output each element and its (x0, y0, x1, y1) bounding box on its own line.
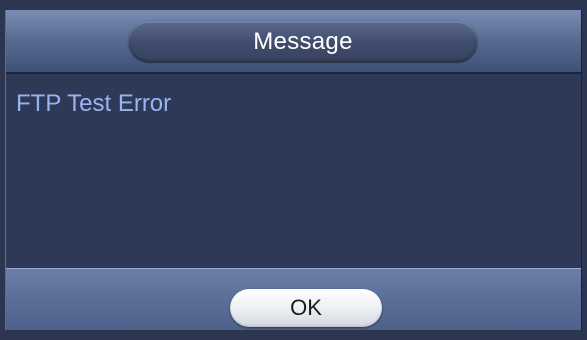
message-text: FTP Test Error (16, 90, 172, 117)
ok-button[interactable]: OK (230, 289, 382, 327)
ok-button-label: OK (290, 295, 322, 320)
title-bar: Message (6, 10, 581, 74)
message-dialog: Message FTP Test Error OK (0, 0, 587, 340)
title-pill: Message (128, 21, 478, 63)
message-content: FTP Test Error (6, 74, 581, 268)
dialog-title: Message (253, 28, 353, 55)
dialog-frame: Message FTP Test Error OK (5, 10, 582, 330)
dialog-footer: OK (6, 268, 581, 330)
